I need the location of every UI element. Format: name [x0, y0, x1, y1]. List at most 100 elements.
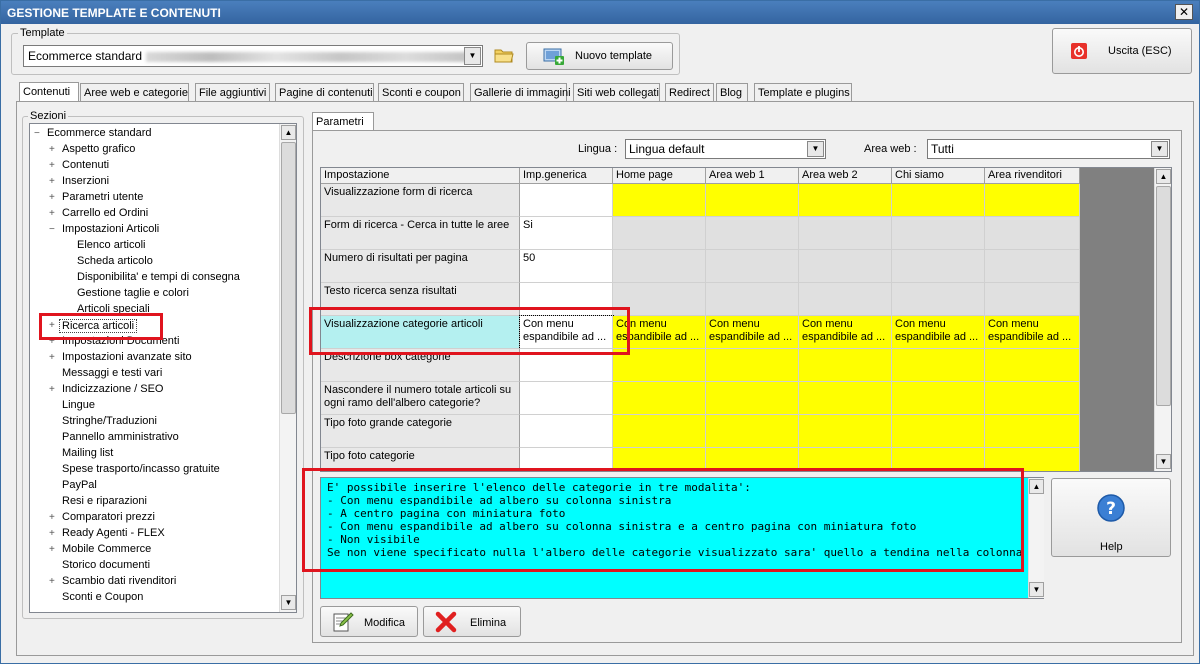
grid-scrollbar[interactable]: ▲ ▼ [1154, 168, 1171, 471]
template-select[interactable]: Ecommerce standard ▼ [23, 45, 483, 67]
grid-cell[interactable] [799, 382, 892, 415]
chevron-down-icon[interactable]: ▼ [807, 141, 824, 157]
tab-file-aggiuntivi[interactable]: File aggiuntivi [195, 83, 270, 102]
grid-header[interactable]: Impostazione [321, 168, 520, 184]
grid-cell[interactable] [799, 349, 892, 382]
grid-row-label[interactable]: Tipo foto grande categorie [321, 415, 520, 448]
tree-item[interactable]: Scambio dati rivenditori [62, 575, 176, 589]
grid-row-label[interactable]: Numero di risultati per pagina [321, 250, 520, 283]
tab-gallerie[interactable]: Gallerie di immagini [470, 83, 571, 102]
grid-cell[interactable] [799, 415, 892, 448]
scroll-down-icon[interactable]: ▼ [1156, 454, 1171, 469]
grid-cell[interactable] [985, 250, 1080, 283]
grid-cell[interactable] [799, 217, 892, 250]
tree-toggle-icon[interactable]: + [49, 544, 55, 555]
grid-cell[interactable] [613, 217, 706, 250]
grid-header[interactable]: Area rivenditori [985, 168, 1080, 184]
grid-cell[interactable] [892, 349, 985, 382]
grid-cell[interactable] [892, 283, 985, 316]
grid-cell[interactable] [892, 184, 985, 217]
grid-cell[interactable] [985, 217, 1080, 250]
tree-item[interactable]: Indicizzazione / SEO [62, 383, 164, 397]
tree-item[interactable]: Disponibilita' e tempi di consegna [77, 271, 240, 285]
open-folder-button[interactable] [492, 43, 516, 67]
tab-siti-collegati[interactable]: Siti web collegati [573, 83, 660, 102]
grid-header[interactable]: Imp.generica [520, 168, 613, 184]
tree-item[interactable]: Ecommerce standard [47, 127, 152, 141]
elimina-button[interactable]: Elimina [423, 606, 521, 637]
tree-toggle-icon[interactable]: + [49, 384, 55, 395]
grid-cell[interactable] [613, 250, 706, 283]
grid-cell[interactable] [613, 184, 706, 217]
chevron-down-icon[interactable]: ▼ [1151, 141, 1168, 157]
tree-item[interactable]: Ready Agenti - FLEX [62, 527, 165, 541]
grid-cell[interactable] [706, 250, 799, 283]
tree-toggle-icon[interactable]: + [49, 176, 55, 187]
modifica-button[interactable]: Modifica [320, 606, 418, 637]
tree-toggle-icon[interactable]: + [49, 576, 55, 587]
tree-item[interactable]: Carrello ed Ordini [62, 207, 148, 221]
tree-item[interactable]: PayPal [62, 479, 97, 493]
chevron-down-icon[interactable]: ▼ [464, 47, 481, 65]
grid-cell[interactable] [985, 382, 1080, 415]
description-scrollbar[interactable]: ▲ ▼ [1028, 478, 1044, 598]
tree-item[interactable]: Gestione taglie e colori [77, 287, 189, 301]
grid-cell[interactable] [985, 184, 1080, 217]
close-button[interactable]: ✕ [1175, 4, 1193, 20]
grid-header[interactable]: Area web 2 [799, 168, 892, 184]
scroll-down-icon[interactable]: ▼ [1029, 582, 1044, 597]
tree-item[interactable]: Parametri utente [62, 191, 143, 205]
tree-toggle-icon[interactable]: + [49, 528, 55, 539]
tab-redirect[interactable]: Redirect [665, 83, 714, 102]
tree-item[interactable]: Inserzioni [62, 175, 109, 189]
tab-parametri[interactable]: Parametri [312, 112, 374, 131]
grid-cell[interactable] [892, 382, 985, 415]
grid-cell[interactable]: Con menu espandibile ad ... [985, 316, 1080, 349]
grid-cell[interactable] [706, 349, 799, 382]
tree-item[interactable]: Comparatori prezzi [62, 511, 155, 525]
new-template-button[interactable]: Nuovo template [526, 42, 673, 70]
tree-item[interactable]: Pannello amministrativo [62, 431, 179, 445]
scroll-up-icon[interactable]: ▲ [1029, 479, 1044, 494]
tab-template-plugins[interactable]: Template e plugins [754, 83, 852, 102]
grid-cell[interactable] [985, 349, 1080, 382]
tree-toggle-icon[interactable]: + [49, 192, 55, 203]
tree-item[interactable]: Elenco articoli [77, 239, 145, 253]
scroll-up-icon[interactable]: ▲ [1156, 169, 1171, 184]
tab-aree-web[interactable]: Aree web e categorie [80, 83, 189, 102]
grid-row-label[interactable]: Nascondere il numero totale articoli su … [321, 382, 520, 415]
grid-cell[interactable]: Si [520, 217, 613, 250]
grid-cell[interactable]: Con menu espandibile ad ... [892, 316, 985, 349]
grid-cell[interactable] [613, 382, 706, 415]
tree-item[interactable]: Aspetto grafico [62, 143, 135, 157]
grid-cell[interactable] [706, 283, 799, 316]
scroll-thumb[interactable] [1156, 186, 1171, 406]
grid-cell[interactable] [520, 184, 613, 217]
tree-toggle-icon[interactable]: + [49, 144, 55, 155]
grid-cell[interactable]: 50 [520, 250, 613, 283]
tree-toggle-icon[interactable]: + [49, 512, 55, 523]
grid-cell[interactable] [706, 415, 799, 448]
tab-blog[interactable]: Blog [716, 83, 748, 102]
tree-item[interactable]: Spese trasporto/incasso gratuite [62, 463, 220, 477]
tree-toggle-icon[interactable]: − [49, 224, 55, 235]
grid-cell[interactable] [985, 283, 1080, 316]
grid-cell[interactable] [985, 415, 1080, 448]
grid-row-label[interactable]: Visualizzazione form di ricerca [321, 184, 520, 217]
grid-cell[interactable] [892, 250, 985, 283]
grid-cell[interactable]: Con menu espandibile ad ... [799, 316, 892, 349]
grid-cell[interactable] [706, 184, 799, 217]
grid-cell[interactable] [520, 415, 613, 448]
sections-tree[interactable]: − Ecommerce standard + Aspetto grafico + Cont… [29, 123, 297, 613]
tree-item[interactable]: Stringhe/Traduzioni [62, 415, 157, 429]
area-web-select[interactable]: Tutti ▼ [927, 139, 1170, 159]
grid-cell[interactable] [799, 184, 892, 217]
tree-toggle-icon[interactable]: + [49, 352, 55, 363]
tree-item[interactable]: Messaggi e testi vari [62, 367, 162, 381]
help-button[interactable]: ? Help [1051, 478, 1171, 557]
tab-sconti-coupon[interactable]: Sconti e coupon [378, 83, 464, 102]
grid-cell[interactable] [706, 382, 799, 415]
grid-cell[interactable] [706, 217, 799, 250]
tree-toggle-icon[interactable]: + [49, 208, 55, 219]
tree-toggle-icon[interactable]: + [49, 160, 55, 171]
